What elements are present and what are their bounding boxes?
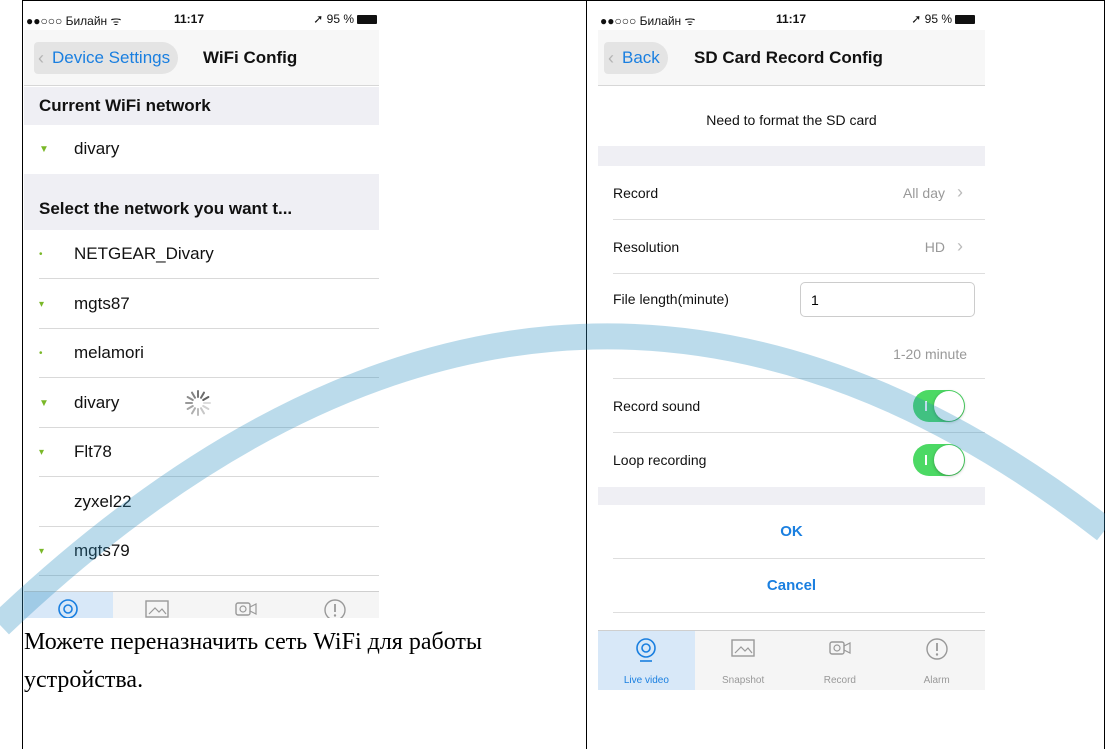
navigation-bar: ‹ Device Settings WiFi Config (24, 30, 379, 86)
network-name: NETGEAR_Divary (74, 244, 214, 263)
wifi-signal-icon: • (39, 348, 43, 359)
network-row[interactable]: ▾ mgts87 (24, 280, 379, 329)
live-video-icon (56, 598, 80, 618)
tab-label: Record (823, 675, 856, 686)
current-network-header: Current WiFi network (24, 87, 379, 125)
loop-recording-row: Loop recording (598, 433, 985, 487)
chevron-right-icon: › (957, 236, 963, 256)
network-name: mgts87 (74, 293, 130, 313)
network-row[interactable]: ▾ mgts79 (24, 527, 379, 576)
resolution-row[interactable]: Resolution HD › (598, 220, 985, 274)
page-title: WiFi Config (203, 48, 298, 67)
tab-label: Snapshot (721, 675, 765, 686)
wifi-signal-icon: ▾ (39, 447, 45, 458)
wifi-signal-icon: • (39, 249, 43, 260)
tab-snapshot[interactable]: Snapshot (695, 631, 792, 690)
status-bar: ●●○○○ Билайн ᯤ 11:17 ➚ 95 % (598, 8, 985, 30)
record-icon (233, 598, 259, 618)
section-gap (598, 487, 985, 505)
tab-bar: Live video Snapshot Record Alarm (598, 630, 985, 690)
tab-label: Live video (623, 675, 669, 686)
wifi-strong-icon: ▼ (39, 144, 49, 155)
wifi-config-screen: ●●○○○ Билайн ᯤ 11:17 ➚ 95 % ‹ Device Set… (24, 8, 379, 618)
section-gap (598, 146, 985, 166)
tab-alarm[interactable]: Alarm (290, 592, 379, 618)
network-name: divary (74, 392, 120, 412)
record-icon (827, 637, 853, 664)
network-name: melamori (74, 343, 144, 362)
record-sound-toggle[interactable] (913, 390, 965, 422)
navigation-bar: ‹ Back SD Card Record Config (598, 30, 985, 86)
tab-alarm[interactable]: Alarm (888, 631, 985, 690)
network-name: zyxel22 (74, 491, 132, 511)
record-sound-row: Record sound (598, 379, 985, 433)
battery-status: ➚ 95 % (911, 12, 975, 26)
select-network-header: Select the network you want t... (24, 174, 379, 230)
wifi-signal-icon: ▾ (39, 546, 45, 557)
back-chevron-icon: ‹ (608, 48, 614, 68)
record-row[interactable]: Record All day › (598, 166, 985, 220)
resolution-value: HD (924, 239, 945, 255)
page-title: SD Card Record Config (694, 48, 883, 67)
chevron-right-icon: › (957, 182, 963, 202)
section-gap (598, 613, 985, 631)
format-sd-notice: Need to format the SD card (706, 112, 877, 128)
loading-spinner-icon (185, 389, 211, 416)
tab-bar: Live videoSnapshotRecordAlarm (24, 591, 379, 618)
tab-record[interactable]: Record (202, 592, 291, 618)
network-row[interactable]: ▼ divary (24, 379, 379, 428)
network-name: Flt78 (74, 442, 112, 461)
record-value: All day (902, 185, 945, 201)
live-video-icon (634, 637, 658, 668)
status-time: 11:17 (776, 12, 807, 26)
sd-card-record-config-screen: ●●○○○ Билайн ᯤ 11:17 ➚ 95 % ‹ Back SD Ca… (598, 8, 985, 723)
network-row[interactable]: zyxel22 (24, 478, 379, 527)
current-network-row: ▼ divary (39, 139, 120, 158)
file-length-input[interactable] (800, 282, 975, 317)
tab-live-video[interactable]: Live video (598, 631, 695, 690)
loop-recording-toggle[interactable] (913, 444, 965, 476)
cancel-button[interactable]: Cancel (598, 559, 985, 613)
snapshot-icon (730, 637, 756, 664)
table-middle-divider (586, 0, 587, 749)
wifi-signal-icon: ▾ (39, 298, 45, 310)
tab-label: Alarm (923, 675, 950, 686)
snapshot-icon (144, 598, 170, 618)
tab-snapshot[interactable]: Snapshot (113, 592, 202, 618)
alarm-icon (323, 598, 347, 618)
alarm-icon (925, 637, 949, 666)
table-top-border (22, 0, 1105, 1)
ok-button[interactable]: OK (598, 505, 985, 559)
wifi-signal-icon: ▼ (39, 397, 49, 409)
tab-live-video[interactable]: Live video (24, 592, 113, 618)
network-row[interactable]: • NETGEAR_Divary (24, 230, 379, 279)
network-row[interactable]: ▾ Flt78 (24, 428, 379, 477)
document-caption: Можете переназначить сеть WiFi для работ… (24, 629, 483, 693)
table-left-border (22, 0, 23, 749)
status-time: 11:17 (174, 12, 205, 26)
network-name: mgts79 (74, 541, 130, 560)
carrier-label: ●●○○○ Билайн ᯤ (26, 14, 122, 28)
network-row[interactable]: • melamori (24, 329, 379, 378)
battery-icon (955, 15, 975, 24)
tab-record[interactable]: Record (792, 631, 889, 690)
carrier-label: ●●○○○ Билайн ᯤ (600, 14, 696, 28)
back-button[interactable]: ‹ Back (604, 42, 668, 74)
back-chevron-icon: ‹ (38, 48, 44, 68)
battery-icon (357, 15, 377, 24)
battery-status: ➚ 95 % (313, 12, 377, 26)
file-length-hint: 1-20 minute (893, 346, 967, 362)
status-bar: ●●○○○ Билайн ᯤ 11:17 ➚ 95 % (24, 8, 379, 30)
device-settings-back-button[interactable]: ‹ Device Settings (34, 42, 179, 74)
